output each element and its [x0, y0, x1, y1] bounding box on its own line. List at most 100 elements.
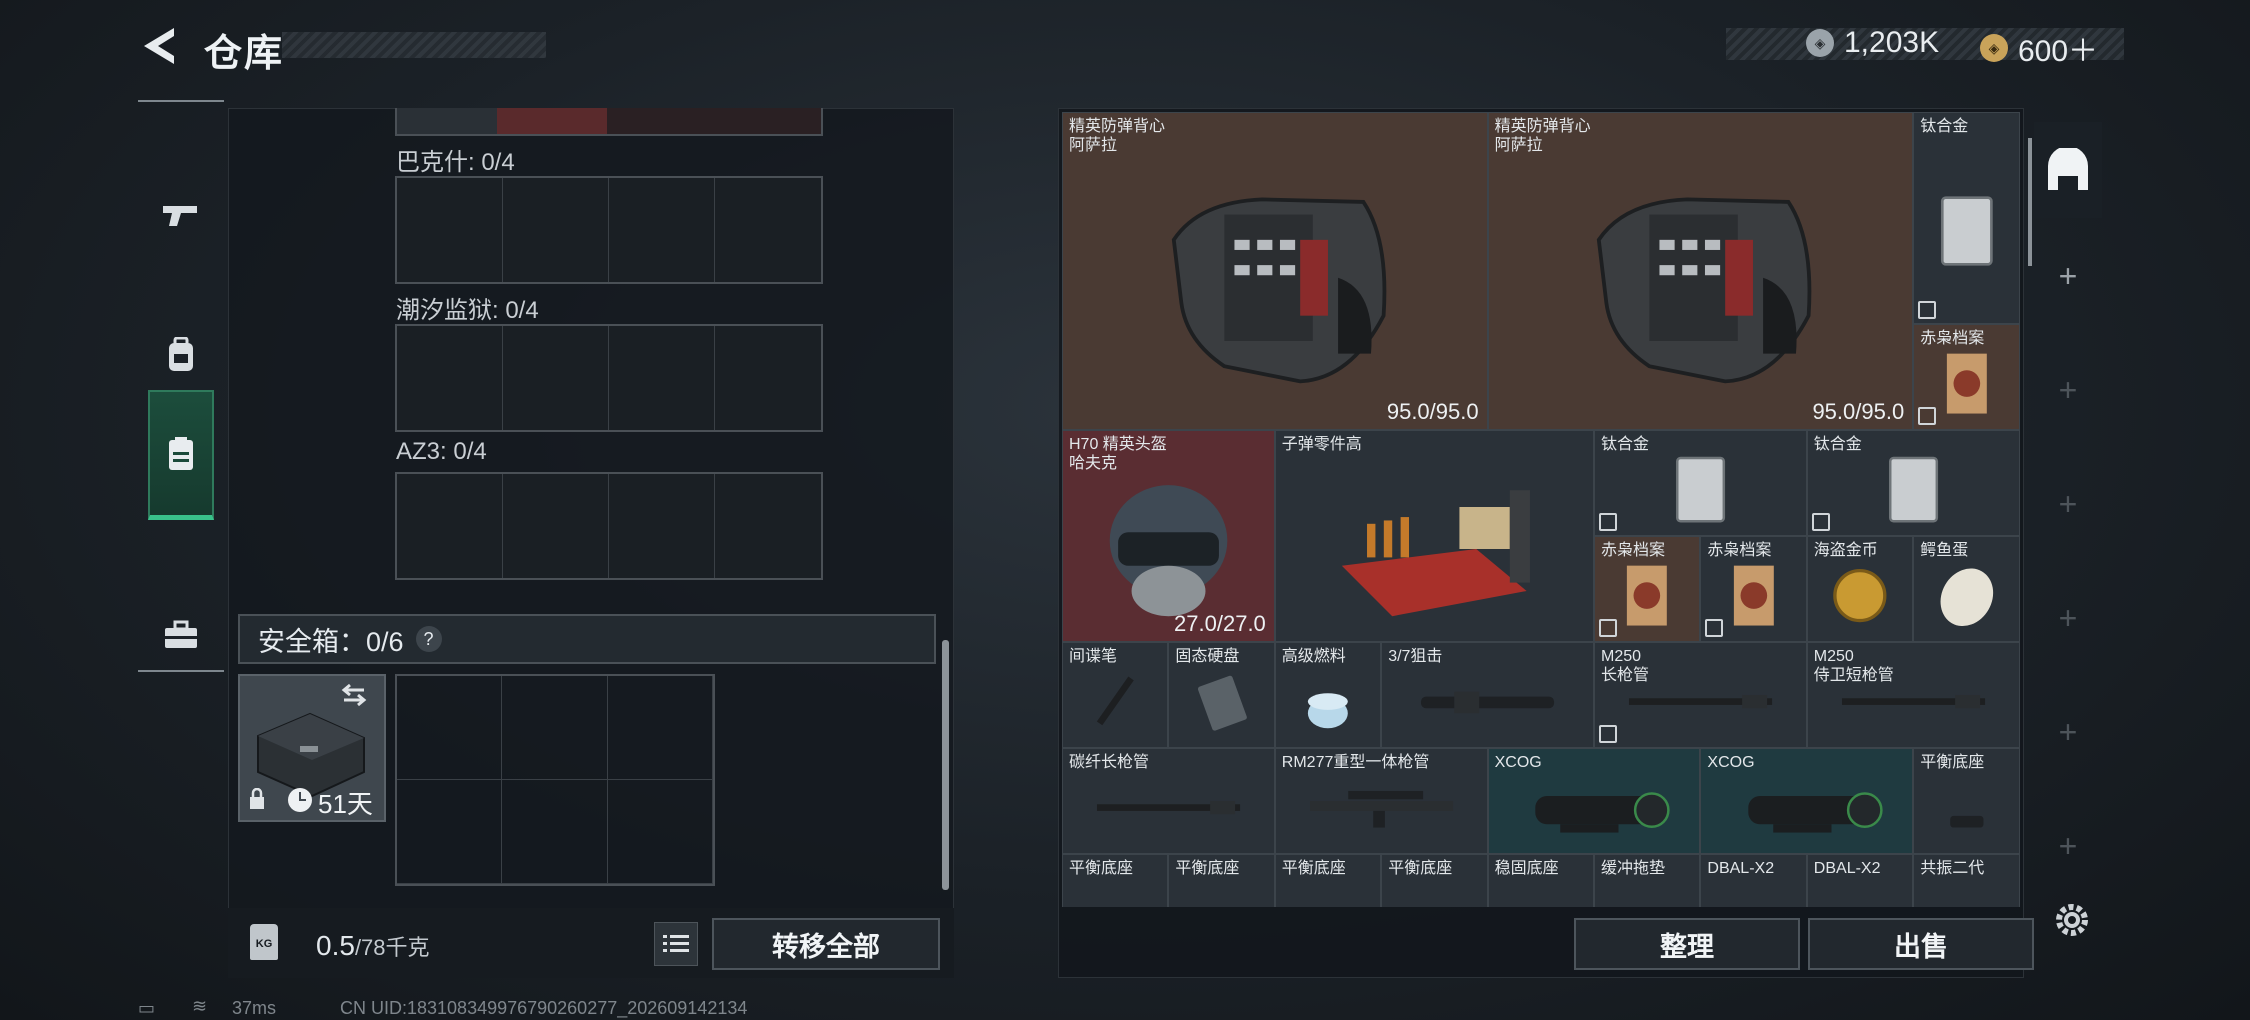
- tab-divider-bottom: [138, 670, 224, 672]
- tab-tools[interactable]: [148, 570, 214, 700]
- item-tile[interactable]: 精英防弹背心 阿萨拉 95.0/95.0: [1062, 112, 1488, 430]
- item-name: M250 侍卫短枪管: [1813, 648, 1894, 684]
- item-name: 鳄鱼蛋: [1920, 542, 1969, 559]
- item-name: 精英防弹背心 阿萨拉: [1494, 118, 1591, 154]
- item-tile[interactable]: 高级燃料: [1274, 642, 1382, 748]
- storage-tab-active[interactable]: [2034, 122, 2102, 218]
- currency-2[interactable]: ◈ 600＋: [1980, 26, 2098, 70]
- weight-readout: 0.5/78千克: [316, 930, 430, 962]
- item-image: [1080, 465, 1257, 633]
- item-durability: 95.0/95.0: [1812, 399, 1905, 424]
- right-scrollbar[interactable]: [2028, 138, 2032, 266]
- item-tile[interactable]: 鳄鱼蛋: [1913, 536, 2020, 642]
- locked-storage-slot: +: [2058, 372, 2078, 408]
- item-image: [1612, 448, 1789, 531]
- item-tile[interactable]: XCOG: [1700, 748, 1914, 854]
- storage-icon: [169, 436, 193, 470]
- item-image: [1293, 766, 1470, 849]
- sort-button[interactable]: 整理: [1574, 918, 1800, 970]
- item-tile[interactable]: 子弹零件高: [1274, 430, 1594, 642]
- item-tile[interactable]: DBAL-X2: [1806, 854, 1914, 907]
- sell-button[interactable]: 出售: [1808, 918, 2034, 970]
- bound-icon: [1811, 513, 1830, 531]
- wifi-icon: ≋: [192, 996, 208, 1016]
- item-image: [1399, 660, 1576, 743]
- item-tile[interactable]: 缓冲拖垫: [1594, 854, 1701, 907]
- item-tile[interactable]: 钛合金: [1913, 112, 2020, 324]
- item-tile[interactable]: 稳固底座: [1487, 854, 1594, 907]
- slot-grid-2[interactable]: [395, 324, 823, 432]
- gear-icon[interactable]: [2052, 900, 2092, 940]
- item-tile[interactable]: 赤枭档案: [1913, 324, 2020, 430]
- item-name: RM277重型一体枪管: [1281, 754, 1430, 771]
- warehouse-grid: 精英防弹背心 阿萨拉 95.0/95.0 精英防弹背心 阿萨拉 95.0/95.0 钛合…: [1062, 112, 2020, 907]
- item-name: 平衡底座: [1281, 860, 1346, 877]
- group-label-3: AZ3: 0/4: [396, 438, 487, 465]
- bound-icon: [1599, 619, 1617, 637]
- silver-coin-icon: ◈: [1806, 29, 1834, 57]
- locked-storage-slot: +: [2058, 714, 2078, 750]
- item-tile[interactable]: 钛合金: [1594, 430, 1807, 536]
- item-image: [1825, 448, 2002, 531]
- item-tile[interactable]: RM277重型一体枪管: [1274, 748, 1488, 854]
- pistol-icon: [163, 206, 197, 226]
- help-icon[interactable]: ?: [415, 626, 442, 652]
- group-label-1: 巴克什: 0/4: [396, 149, 515, 176]
- item-name: 间谍笔: [1069, 648, 1118, 665]
- back-arrow-icon[interactable]: [138, 24, 182, 68]
- item-tile[interactable]: M250 侍卫短枪管: [1806, 642, 2020, 748]
- list-view-button[interactable]: [654, 922, 698, 966]
- item-tile[interactable]: DBAL-X2: [1700, 854, 1807, 907]
- item-tile[interactable]: 钛合金: [1806, 430, 2020, 536]
- item-tile[interactable]: 精英防弹背心 阿萨拉 95.0/95.0: [1487, 112, 1914, 430]
- item-name: 子弹零件高: [1281, 436, 1362, 453]
- item-tile[interactable]: 间谍笔: [1062, 642, 1169, 748]
- item-tile[interactable]: 平衡底座: [1062, 854, 1169, 907]
- uid-readout: CN UID:1831083499767902602​77_2026091421…: [340, 998, 748, 1018]
- add-storage-button[interactable]: +: [2028, 258, 2108, 295]
- slot-grid-1[interactable]: [395, 176, 823, 284]
- group-label-2: 潮汐监狱: 0/4: [396, 297, 539, 324]
- item-tile[interactable]: 赤枭档案: [1700, 536, 1807, 642]
- safe-box-grid[interactable]: [395, 674, 715, 886]
- item-tile[interactable]: 平衡底座: [1913, 748, 2020, 854]
- padlock-icon: [250, 788, 264, 809]
- item-name: 共振二代: [1920, 860, 1985, 877]
- item-name: 海盗金币: [1813, 542, 1878, 559]
- battery-icon: ▭: [138, 998, 156, 1018]
- safe-case-item[interactable]: 51天: [238, 674, 386, 822]
- currency-2-value: 600＋: [2018, 35, 2099, 68]
- weight-icon: KG: [250, 924, 278, 960]
- item-tile[interactable]: 固态硬盘: [1168, 642, 1275, 748]
- slot-grid-3[interactable]: [395, 472, 823, 580]
- partial-slot-row: [395, 108, 823, 136]
- item-tile[interactable]: 碳纤长枪管: [1062, 748, 1275, 854]
- locked-storage-slot: +: [2058, 828, 2078, 864]
- item-tile[interactable]: 3/7狙击: [1381, 642, 1594, 748]
- item-durability: 95.0/95.0: [1386, 399, 1479, 424]
- item-tile[interactable]: 海盗金币: [1806, 536, 1914, 642]
- storage-side-tabs: + + + + + +: [2028, 108, 2108, 978]
- item-tile[interactable]: 共振二代: [1913, 854, 2020, 907]
- page-title: 仓库: [204, 33, 285, 75]
- item-tile[interactable]: H70 精英头盔 哈夫克 27.0/27.0: [1062, 430, 1275, 642]
- tab-storage[interactable]: [148, 390, 214, 520]
- item-name: 钛合金: [1813, 436, 1862, 453]
- item-durability: 27.0/27.0: [1174, 611, 1266, 636]
- item-tile[interactable]: M250 长枪管: [1594, 642, 1807, 748]
- item-name: 碳纤长枪管: [1069, 754, 1150, 771]
- item-tile[interactable]: 平衡底座: [1381, 854, 1488, 907]
- currency-1-value: 1,203K: [1844, 26, 1940, 59]
- item-tile[interactable]: XCOG: [1487, 748, 1701, 854]
- item-name: XCOG: [1494, 754, 1542, 771]
- item-image: [1178, 660, 1266, 743]
- item-image: [1522, 164, 1878, 417]
- bound-icon: [1918, 407, 1937, 425]
- item-tile[interactable]: 平衡底座: [1274, 854, 1382, 907]
- left-scrollbar[interactable]: [942, 640, 949, 890]
- item-tile[interactable]: 平衡底座: [1168, 854, 1275, 907]
- item-tile[interactable]: 赤枭档案: [1594, 536, 1701, 642]
- currency-1[interactable]: ◈ 1,203K: [1806, 26, 1939, 60]
- tab-weapons[interactable]: [148, 150, 214, 280]
- transfer-all-button[interactable]: 转移全部: [712, 918, 940, 970]
